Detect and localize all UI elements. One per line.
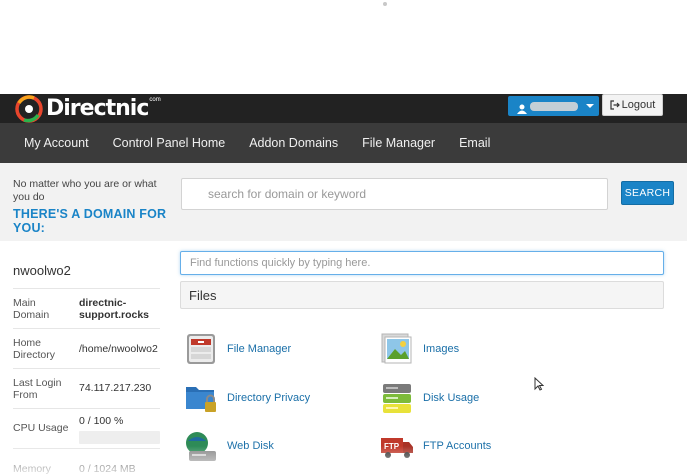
images-icon: [380, 332, 414, 366]
stat-label: Main Domain: [13, 297, 50, 321]
stat-label: Last Login From: [13, 377, 62, 401]
nav-file-manager[interactable]: File Manager: [362, 136, 435, 150]
stat-value: directnic-support.rocks: [79, 297, 150, 321]
stat-value: 74.117.217.230: [79, 382, 152, 394]
stat-value: 0 / 1024 MB: [79, 463, 136, 475]
directnic-logo-mark-icon: [14, 94, 44, 123]
chevron-down-icon: [586, 104, 594, 108]
nav-my-account[interactable]: My Account: [24, 136, 89, 150]
nav-addon-domains[interactable]: Addon Domains: [249, 136, 338, 150]
app-label: Disk Usage: [423, 392, 480, 404]
app-file-manager[interactable]: File Manager: [184, 329, 291, 369]
web-disk-icon: [184, 429, 218, 463]
brand-name: Directnic: [46, 95, 149, 121]
disk-usage-icon: [380, 381, 414, 415]
app-web-disk[interactable]: Web Disk: [184, 426, 274, 466]
files-section-header[interactable]: Files: [180, 281, 664, 309]
app-images[interactable]: Images: [380, 329, 459, 369]
stat-row: Home Directory /home/nwoolwo2: [13, 329, 160, 369]
logout-icon: [610, 100, 620, 110]
nav-control-panel-home[interactable]: Control Panel Home: [113, 136, 226, 150]
stat-label: Home Directory: [13, 337, 56, 361]
stat-row: Main Domain directnic-support.rocks: [13, 289, 160, 329]
file-cabinet-icon: [184, 332, 218, 366]
app-label: File Manager: [227, 343, 292, 355]
top-blank-area: [0, 0, 687, 94]
stat-value: /home/nwoolwo2: [79, 343, 158, 355]
stat-row: Last Login From 74.117.217.230: [13, 369, 160, 409]
cpu-usage-bar: [79, 431, 160, 444]
user-menu-button[interactable]: [508, 96, 599, 116]
stats-table: Main Domain directnic-support.rocks Home…: [13, 288, 160, 476]
loading-dot: [383, 2, 387, 6]
folder-lock-icon: [184, 381, 218, 415]
nav-email[interactable]: Email: [459, 136, 490, 150]
account-username: nwoolwo2: [13, 263, 71, 278]
app-label: Images: [423, 343, 460, 355]
stat-value: 0 / 100 %: [79, 415, 124, 427]
stat-label: Memory Usage: [13, 463, 51, 476]
promo-headline: THERE'S A DOMAIN FOR YOU:: [13, 207, 167, 235]
brand-superscript: com: [149, 96, 161, 103]
svg-text:FTP: FTP: [384, 442, 400, 451]
redacted-username: [530, 101, 578, 111]
function-search-input[interactable]: Find functions quickly by typing here.: [180, 251, 664, 275]
domain-search-button[interactable]: SEARCH: [621, 181, 674, 205]
app-label: Directory Privacy: [227, 392, 311, 404]
stat-label: CPU Usage: [13, 422, 69, 434]
app-disk-usage[interactable]: Disk Usage: [380, 378, 479, 418]
app-label: FTP Accounts: [423, 440, 492, 452]
ftp-truck-icon: FTP: [380, 429, 414, 463]
app-ftp-accounts[interactable]: FTP FTP Accounts: [380, 426, 491, 466]
logo[interactable]: Directnic com: [14, 94, 161, 123]
stat-row: CPU Usage 0 / 100 %: [13, 409, 160, 449]
logout-button[interactable]: Logout: [602, 94, 663, 116]
domain-search-input[interactable]: search for domain or keyword: [181, 178, 608, 210]
main-nav: My Account Control Panel Home Addon Doma…: [0, 123, 687, 163]
promo-tagline: No matter who you are or what you do: [13, 178, 157, 203]
logout-label: Logout: [621, 99, 656, 111]
user-icon: [517, 101, 527, 114]
app-label: Web Disk: [227, 440, 274, 452]
app-directory-privacy[interactable]: Directory Privacy: [184, 378, 310, 418]
stat-row: Memory Usage 0 / 1024 MB: [13, 449, 160, 476]
mouse-cursor-icon: [534, 376, 545, 391]
domain-promo: No matter who you are or what you do THE…: [0, 163, 687, 241]
